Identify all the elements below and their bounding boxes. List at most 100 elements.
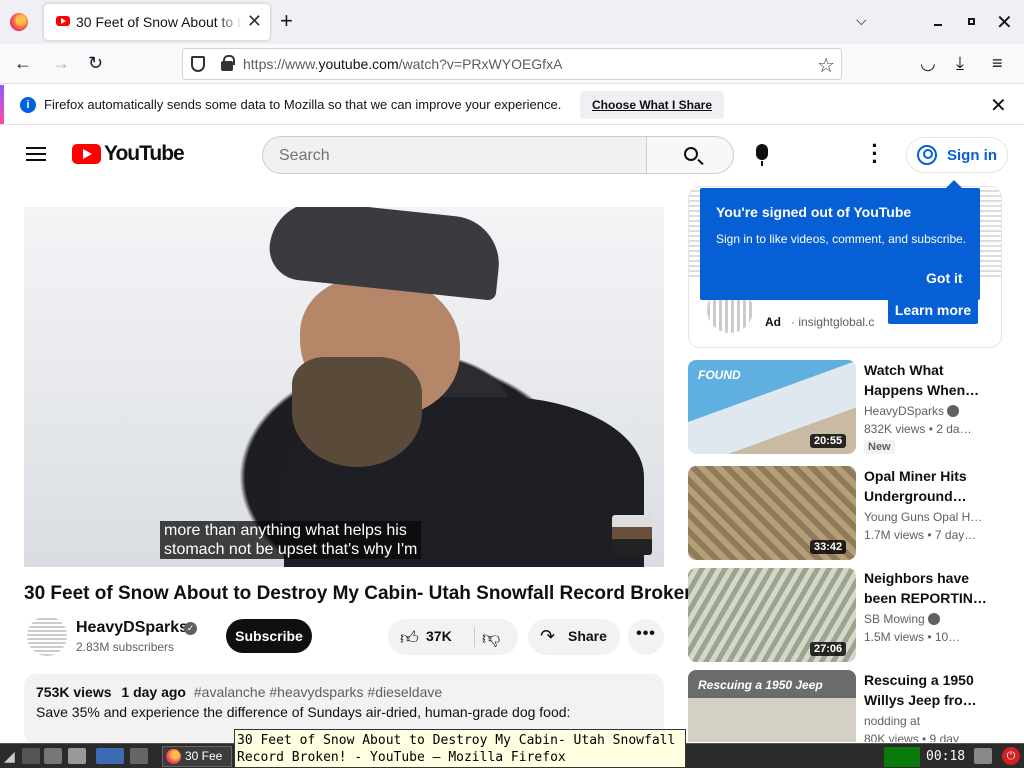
recommended-video[interactable]: Rescuing a 1950 Jeep Rescuing a 1950 Wil… <box>688 670 1002 742</box>
recommended-title[interactable]: Rescuing a 1950 Willys Jeep fro… <box>864 670 990 710</box>
like-divider <box>474 627 475 647</box>
tab-title: 30 Feet of Snow About to Destroy My Cabi… <box>76 14 242 30</box>
tab-bar: 30 Feet of Snow About to Destroy My Cabi… <box>0 0 1024 44</box>
video-duration: 20:55 <box>810 434 847 448</box>
desktop-icon[interactable] <box>22 748 40 764</box>
popup-text: Sign in to like videos, comment, and sub… <box>716 232 967 246</box>
youtube-favicon-icon <box>56 16 70 26</box>
tracking-protection-icon[interactable] <box>191 56 205 72</box>
subscriber-count: 2.83M subscribers <box>76 640 175 654</box>
recommended-meta: 1.7M views • 7 day… <box>864 528 977 542</box>
microphone-icon[interactable] <box>756 144 768 166</box>
bookmark-star-icon[interactable]: ☆ <box>817 53 835 78</box>
channel-avatar[interactable] <box>27 616 67 656</box>
power-icon[interactable]: ⏻ <box>1002 747 1020 765</box>
share-button[interactable]: ↷ Share <box>528 619 620 655</box>
video-duration: 27:06 <box>810 642 847 656</box>
recommended-video[interactable]: FOUND 20:55 Watch What Happens When… Hea… <box>688 360 1002 454</box>
choose-what-i-share-button[interactable]: Choose What I Share <box>580 91 725 119</box>
like-dislike-group: 👍︎ 37K 👎︎ <box>388 619 518 655</box>
subscribe-button[interactable]: Subscribe <box>226 619 312 653</box>
recommended-video[interactable]: 27:06 Neighbors have been REPORTIN… SB M… <box>688 568 1002 662</box>
view-count: 753K views <box>36 684 112 700</box>
video-thumbnail[interactable]: FOUND 20:55 <box>688 360 856 454</box>
hashtags[interactable]: #avalanche #heavydsparks #dieseldave <box>194 684 442 700</box>
recommended-meta: 1.5M views • 10… <box>864 630 961 644</box>
more-actions-button[interactable]: ••• <box>628 619 664 655</box>
like-count[interactable]: 37K <box>426 628 452 644</box>
new-badge: New <box>864 440 895 454</box>
window-close-icon[interactable]: ✕ <box>996 10 1013 35</box>
popup-heading: You're signed out of YouTube <box>716 204 912 220</box>
search-button[interactable] <box>646 136 734 174</box>
share-icon: ↷ <box>540 626 556 646</box>
got-it-button[interactable]: Got it <box>926 270 963 286</box>
tray-icon[interactable] <box>974 748 992 764</box>
youtube-play-icon <box>72 144 101 164</box>
start-menu-icon[interactable]: ◢ <box>4 748 15 765</box>
new-tab-icon[interactable]: + <box>280 8 293 34</box>
upload-age: 1 day ago <box>121 684 186 700</box>
lock-icon[interactable] <box>221 55 235 71</box>
app-menu-icon[interactable]: ≡ <box>992 54 1003 72</box>
video-player[interactable]: more than anything what helps his stomac… <box>24 207 664 567</box>
reload-icon[interactable]: ↻ <box>88 54 103 72</box>
recommended-channel: SB Mowing <box>864 612 990 626</box>
verified-icon <box>927 613 940 625</box>
video-title: 30 Feet of Snow About to Destroy My Cabi… <box>24 583 703 604</box>
active-tab[interactable]: 30 Feet of Snow About to Destroy My Cabi… <box>44 4 270 40</box>
list-all-tabs-icon[interactable]: ⌵ <box>856 12 867 29</box>
recommended-video[interactable]: 33:42 Opal Miner Hits Underground… Young… <box>688 466 1002 560</box>
ad-label: Ad <box>765 315 781 329</box>
forward-icon[interactable]: → <box>52 54 70 72</box>
notification-close-icon[interactable]: ✕ <box>990 93 1007 118</box>
video-frame-hat <box>266 207 504 301</box>
url-bar[interactable]: https://www.youtube.com/watch?v=PRxWYOEG… <box>182 48 842 80</box>
thumbnail-text: Rescuing a 1950 Jeep <box>698 678 823 692</box>
downloads-icon[interactable]: ⤓ <box>956 54 964 72</box>
settings-menu-icon[interactable]: · · · <box>870 135 880 173</box>
notification-message: Firefox automatically sends some data to… <box>44 97 562 112</box>
recommended-channel: HeavyDSparks <box>864 404 990 418</box>
firefox-launcher-icon[interactable] <box>96 748 124 764</box>
search-placeholder: Search <box>279 147 330 164</box>
recommended-channel: nodding at <box>864 714 921 728</box>
youtube-header: YouTube Search · · · Sign in <box>0 126 1024 182</box>
dislike-icon[interactable]: 👎︎ <box>482 627 500 649</box>
video-thumbnail[interactable]: 33:42 <box>688 466 856 560</box>
channel-name[interactable]: HeavyDSparks <box>76 619 188 637</box>
search-input[interactable]: Search <box>262 136 646 174</box>
url-text[interactable]: https://www.youtube.com/watch?v=PRxWYOEG… <box>243 56 562 72</box>
learn-more-button[interactable]: Learn more <box>888 296 978 324</box>
file-manager-icon[interactable] <box>44 748 62 764</box>
terminal-icon[interactable] <box>68 748 86 764</box>
taskbar-firefox-task[interactable]: 30 Fee <box>162 746 232 767</box>
maximize-icon[interactable] <box>968 18 975 25</box>
sign-in-button[interactable]: Sign in <box>906 137 1008 173</box>
recommended-meta: 80K views • 9 day <box>864 732 959 742</box>
video-thumbnail[interactable]: 27:06 <box>688 568 856 662</box>
tab-close-icon[interactable]: ✕ <box>247 11 262 32</box>
recommended-title[interactable]: Watch What Happens When… <box>864 360 990 400</box>
sign-in-label: Sign in <box>947 147 997 164</box>
like-icon[interactable]: 👍︎ <box>400 627 419 649</box>
video-caption: more than anything what helps his stomac… <box>160 521 422 559</box>
pocket-icon[interactable]: ◡ <box>920 54 936 72</box>
task-label: 30 Fee <box>185 749 223 763</box>
video-thumbnail[interactable]: Rescuing a 1950 Jeep <box>688 670 856 742</box>
firefox-menu-icon[interactable] <box>10 13 28 31</box>
recommended-title[interactable]: Neighbors have been REPORTIN… <box>864 568 990 608</box>
back-icon[interactable]: ← <box>14 54 32 72</box>
video-duration: 33:42 <box>810 540 847 554</box>
share-label: Share <box>568 628 607 644</box>
search-icon <box>684 147 698 161</box>
recommended-title[interactable]: Opal Miner Hits Underground… <box>864 466 990 506</box>
guide-menu-icon[interactable] <box>26 147 46 161</box>
clock[interactable]: 00:18 <box>926 749 965 764</box>
app-launcher-icon[interactable] <box>130 748 148 764</box>
minimize-icon[interactable] <box>934 24 942 26</box>
video-frame-beard <box>292 357 422 467</box>
recommended-meta: 832K views • 2 da… <box>864 422 972 436</box>
cpu-graph <box>884 747 920 767</box>
channel-watermark[interactable] <box>612 515 652 555</box>
